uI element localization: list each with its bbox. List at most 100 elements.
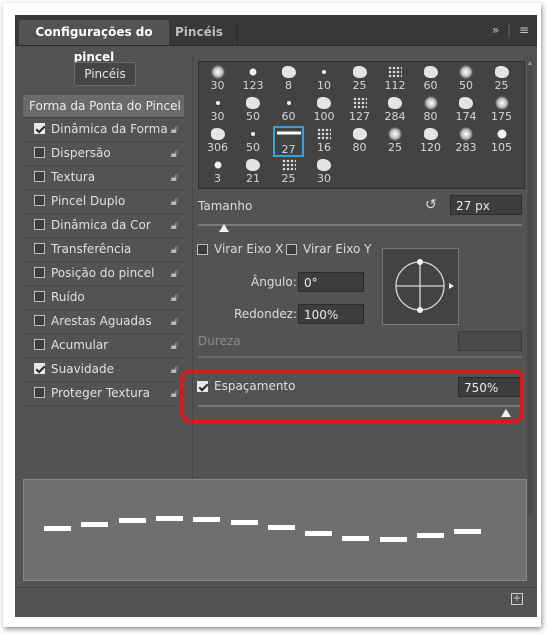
brush-preset[interactable]: 30 [202, 95, 233, 126]
angle-roundness-widget[interactable] [382, 248, 459, 325]
size-slider-track[interactable] [198, 224, 522, 226]
sidebar-item-checkbox[interactable] [34, 243, 45, 254]
brush-preset[interactable]: 50 [238, 95, 269, 126]
brush-preset[interactable]: 60 [273, 95, 304, 126]
angle-field[interactable]: 0° [298, 272, 364, 292]
brush-preset[interactable]: 100 [309, 95, 340, 126]
new-brush-icon[interactable]: + [511, 593, 523, 605]
sidebar-item[interactable]: Acumular 🔓︎ [23, 334, 184, 358]
brush-preset[interactable]: 25 [273, 157, 304, 188]
brush-size-label: 10 [317, 79, 331, 92]
brush-preset[interactable]: 123 [238, 64, 269, 95]
sidebar-item-checkbox[interactable] [34, 195, 45, 206]
sidebar-item[interactable]: Pincel Duplo 🔓︎ [23, 190, 184, 214]
flip-x-checkbox[interactable] [197, 244, 208, 255]
brush-preset[interactable]: 21 [238, 157, 269, 188]
sidebar-item-checkbox[interactable] [34, 339, 45, 350]
brush-preset[interactable]: 105 [486, 126, 517, 157]
brush-preset[interactable]: 60 [415, 64, 446, 95]
reset-size-icon[interactable]: ↺ [425, 197, 437, 213]
sidebar-item[interactable]: Dinâmica da Forma 🔓︎ [23, 118, 184, 142]
sidebar-item[interactable]: Ruído 🔓︎ [23, 286, 184, 310]
brush-size-label: 283 [455, 141, 477, 154]
brush-tip-icon [423, 128, 438, 140]
panel-menu-icon[interactable]: ≡ [519, 23, 529, 37]
brush-preset[interactable]: 283 [451, 126, 482, 157]
brush-tip-icon [494, 66, 509, 78]
brush-preset[interactable]: 25 [344, 64, 375, 95]
sidebar-item[interactable]: Dispersão 🔓︎ [23, 142, 184, 166]
brushes-button[interactable]: Pincéis [74, 62, 136, 86]
brush-tip-icon [281, 66, 296, 78]
lock-icon[interactable]: 🔓︎ [171, 190, 178, 213]
sidebar-item-checkbox[interactable] [34, 123, 45, 134]
brush-preset[interactable]: 120 [415, 126, 446, 157]
size-slider-thumb[interactable] [218, 224, 229, 232]
brush-preset[interactable]: 112 [380, 64, 411, 95]
sidebar-item[interactable]: Dinâmica da Cor 🔓︎ [23, 214, 184, 238]
brush-preset[interactable]: 175 [486, 95, 517, 126]
brush-preset[interactable]: 306 [202, 126, 233, 157]
brush-tip-icon [352, 97, 367, 109]
sidebar-item[interactable]: Proteger Textura 🔓︎ [23, 382, 184, 406]
brush-tip-icon [276, 131, 301, 135]
brush-preset[interactable]: 8 [273, 64, 304, 95]
brush-preset[interactable]: 27 [273, 126, 304, 157]
lock-icon[interactable]: 🔓︎ [171, 166, 178, 189]
brush-tip-icon [214, 161, 221, 169]
sidebar-item-label: Arestas Aguadas [51, 314, 152, 328]
lock-icon[interactable]: 🔓︎ [171, 334, 178, 357]
bottom-bar: + [15, 587, 537, 618]
sidebar-item-checkbox[interactable] [34, 387, 45, 398]
lock-icon[interactable]: 🔓︎ [171, 118, 178, 141]
brush-tip-icon [317, 128, 331, 140]
brush-size-label: 16 [317, 141, 331, 154]
lock-icon[interactable]: 🔓︎ [171, 142, 178, 165]
sidebar-item[interactable]: Suavidade 🔓︎ [23, 358, 184, 382]
lock-icon[interactable]: 🔓︎ [171, 214, 178, 237]
lock-icon[interactable]: 🔓︎ [171, 238, 178, 261]
sidebar-item[interactable]: Arestas Aguadas 🔓︎ [23, 310, 184, 334]
brush-preset[interactable]: 50 [238, 126, 269, 157]
lock-icon[interactable]: 🔓︎ [171, 358, 178, 381]
brush-preset[interactable]: 30 [202, 64, 233, 95]
brush-preset[interactable]: 174 [451, 95, 482, 126]
sidebar-item[interactable]: Transferência 🔓︎ [23, 238, 184, 262]
sidebar-item-checkbox[interactable] [34, 291, 45, 302]
brush-preset[interactable]: 50 [451, 64, 482, 95]
lock-icon[interactable]: 🔓︎ [171, 310, 178, 333]
sidebar-item-checkbox[interactable] [34, 267, 45, 278]
flip-y-checkbox[interactable] [286, 244, 297, 255]
brush-preset[interactable]: 30 [309, 157, 340, 188]
sidebar-item[interactable]: Textura 🔓︎ [23, 166, 184, 190]
brush-preset[interactable]: 80 [344, 126, 375, 157]
size-field[interactable]: 27 px [450, 195, 522, 215]
sidebar-item-checkbox[interactable] [34, 219, 45, 230]
brush-size-label: 50 [246, 141, 260, 154]
brush-preset[interactable]: 3 [202, 157, 233, 188]
lock-icon[interactable]: 🔓︎ [171, 262, 178, 285]
collapse-icon[interactable]: » [492, 23, 499, 37]
roundness-field[interactable]: 100% [298, 304, 364, 324]
sidebar-item[interactable]: Posição do pincel 🔓︎ [23, 262, 184, 286]
brush-preset[interactable]: 25 [380, 126, 411, 157]
sidebar-item-brush-tip-shape[interactable]: Forma da Ponta do Pincel [23, 95, 184, 118]
brush-preset[interactable]: 10 [309, 64, 340, 95]
sidebar-item-checkbox[interactable] [34, 363, 45, 374]
lock-icon[interactable]: 🔓︎ [171, 382, 178, 405]
brush-preset[interactable]: 284 [380, 95, 411, 126]
sidebar-item-checkbox[interactable] [34, 171, 45, 182]
brush-tip-icon [388, 66, 402, 78]
brush-settings-panel: Configurações do pincel Pincéis » | ≡ Pi… [15, 15, 537, 617]
lock-icon[interactable]: 🔓︎ [171, 286, 178, 309]
stroke-dab [118, 518, 146, 523]
brush-preset[interactable]: 127 [344, 95, 375, 126]
brush-preset[interactable]: 16 [309, 126, 340, 157]
sidebar-item-checkbox[interactable] [34, 147, 45, 158]
brush-preset[interactable]: 80 [415, 95, 446, 126]
sidebar-item-checkbox[interactable] [34, 315, 45, 326]
tab-brush-settings[interactable]: Configurações do pincel [19, 20, 169, 64]
tab-brushes[interactable]: Pincéis [175, 20, 238, 45]
scrollbar[interactable] [527, 57, 533, 517]
brush-preset[interactable]: 25 [486, 64, 517, 95]
